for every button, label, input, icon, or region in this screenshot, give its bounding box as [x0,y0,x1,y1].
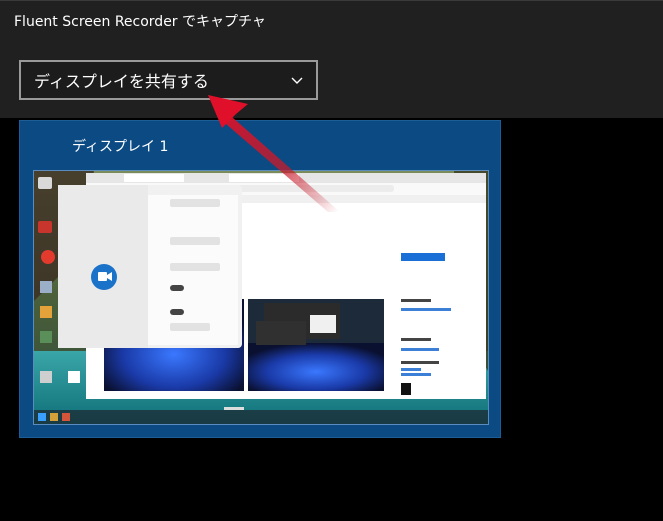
dialog-title: Fluent Screen Recorder でキャプチャ [14,14,266,30]
chevron-down-icon [291,77,303,84]
share-source-selected-label: ディスプレイを共有する [34,72,209,91]
display-preview-thumbnail [33,170,489,425]
display-option-tile[interactable]: ディスプレイ 1 [19,120,501,438]
share-dialog: Fluent Screen Recorder でキャプチャ ディスプレイを共有す… [0,0,663,118]
share-source-select[interactable]: ディスプレイを共有する [19,60,318,100]
display-option-label: ディスプレイ 1 [72,139,169,155]
desktop-preview-graphic [34,171,488,424]
